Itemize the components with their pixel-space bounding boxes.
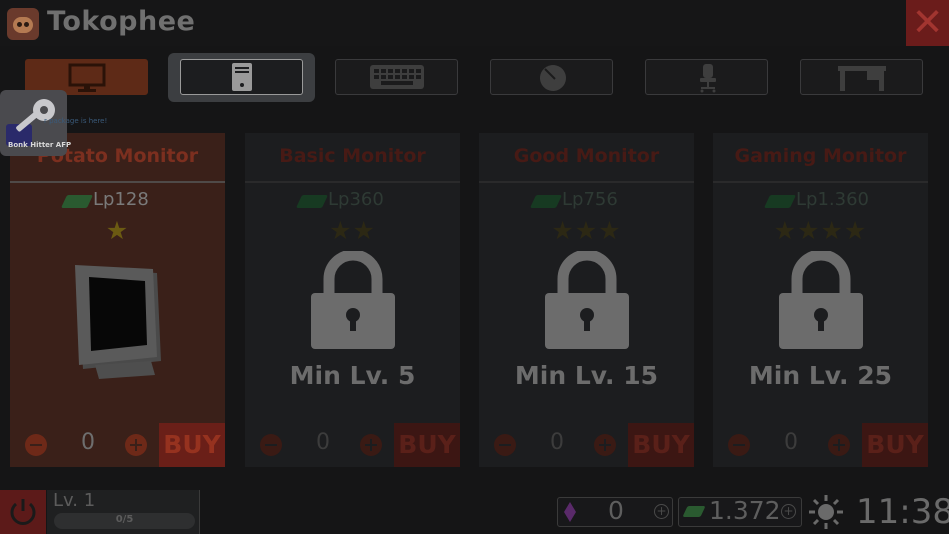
gem-value: 0 <box>608 496 624 525</box>
quantity-stepper: 0 BUY <box>479 423 694 467</box>
card-title: Basic Monitor <box>279 145 426 167</box>
buy-button[interactable]: BUY <box>628 423 694 467</box>
power-button[interactable] <box>0 490 46 534</box>
plus-button[interactable] <box>360 434 382 456</box>
quantity-value: 0 <box>784 430 798 455</box>
tab-desk[interactable] <box>800 59 923 95</box>
chair-icon <box>700 64 716 93</box>
add-money-button[interactable]: + <box>781 504 796 519</box>
card-title: Good Monitor <box>513 145 660 167</box>
add-gems-button[interactable]: + <box>654 504 669 519</box>
notification-caption: Bonk Hitter AFP <box>8 141 72 149</box>
product-card-potato-monitor: Potato Monitor Lp128 ★ 0 BUY <box>10 133 225 467</box>
minus-button[interactable] <box>25 434 47 456</box>
money-value: 1.372 <box>709 496 781 525</box>
rating-stars: ★★★ <box>551 216 622 245</box>
app-title: Tokophee <box>47 6 196 37</box>
plus-button[interactable] <box>828 434 850 456</box>
lock-icon <box>311 251 395 349</box>
card-price: Lp128 <box>93 189 149 210</box>
lock-icon <box>545 251 629 349</box>
xp-text: 0/5 <box>115 514 134 525</box>
desk-icon <box>838 66 886 91</box>
level-label: Lv. 1 <box>53 490 96 511</box>
card-price: Lp1.360 <box>796 189 869 210</box>
rating-stars: ★★★★ <box>773 216 868 245</box>
tab-pc-case-inner <box>180 59 303 95</box>
min-level-label: Min Lv. 5 <box>289 361 416 390</box>
crt-monitor-image <box>75 265 161 379</box>
quantity-stepper: 0 BUY <box>713 423 928 467</box>
rating-stars: ★ <box>105 216 130 245</box>
monitor-icon <box>68 63 106 92</box>
gem-counter: 0 + <box>557 496 673 527</box>
mouse-icon <box>540 65 566 91</box>
min-level-label: Min Lv. 15 <box>514 361 659 390</box>
keyboard-icon <box>370 65 424 89</box>
tab-mouse[interactable] <box>490 59 613 95</box>
clock: 11:38 <box>856 492 949 532</box>
app-logo-icon <box>7 8 39 40</box>
plus-button[interactable] <box>125 434 147 456</box>
product-card-basic-monitor: Basic Monitor Lp360 ★★ Min Lv. 5 0 BUY <box>245 133 460 467</box>
card-divider <box>479 181 694 183</box>
quantity-stepper: 0 BUY <box>245 423 460 467</box>
rating-stars: ★★ <box>329 216 376 245</box>
card-divider <box>245 181 460 183</box>
buy-button[interactable]: BUY <box>159 423 225 467</box>
minus-button[interactable] <box>260 434 282 456</box>
min-level-label: Min Lv. 25 <box>748 361 893 390</box>
money-counter: 1.372 + <box>678 496 802 527</box>
minus-button[interactable] <box>728 434 750 456</box>
product-card-gaming-monitor: Gaming Monitor Lp1.360 ★★★★ Min Lv. 25 0… <box>713 133 928 467</box>
tab-pc-case[interactable] <box>168 53 315 102</box>
lock-icon <box>779 251 863 349</box>
card-title: Gaming Monitor <box>734 145 907 167</box>
sun-icon <box>809 495 843 529</box>
tab-chair[interactable] <box>645 59 768 95</box>
tab-keyboard[interactable] <box>335 59 458 95</box>
minus-button[interactable] <box>494 434 516 456</box>
product-card-good-monitor: Good Monitor Lp756 ★★★ Min Lv. 15 0 BUY <box>479 133 694 467</box>
quantity-value: 0 <box>81 430 95 455</box>
money-icon <box>763 195 797 208</box>
quantity-stepper: 0 BUY <box>10 423 225 467</box>
money-icon <box>295 195 329 208</box>
money-icon <box>60 195 94 208</box>
card-divider <box>713 181 928 183</box>
card-price: Lp360 <box>328 189 384 210</box>
card-price: Lp756 <box>562 189 618 210</box>
close-button[interactable]: ✕ <box>906 0 949 46</box>
buy-button[interactable]: BUY <box>394 423 460 467</box>
notification-text: r package is here! <box>44 117 108 125</box>
money-icon <box>529 195 563 208</box>
money-icon <box>682 506 706 517</box>
quantity-value: 0 <box>316 430 330 455</box>
plus-button[interactable] <box>594 434 616 456</box>
pc-case-icon <box>232 63 252 91</box>
card-divider <box>10 181 225 183</box>
quantity-value: 0 <box>550 430 564 455</box>
gem-icon <box>564 502 576 522</box>
power-icon <box>10 499 36 525</box>
buy-button[interactable]: BUY <box>862 423 928 467</box>
